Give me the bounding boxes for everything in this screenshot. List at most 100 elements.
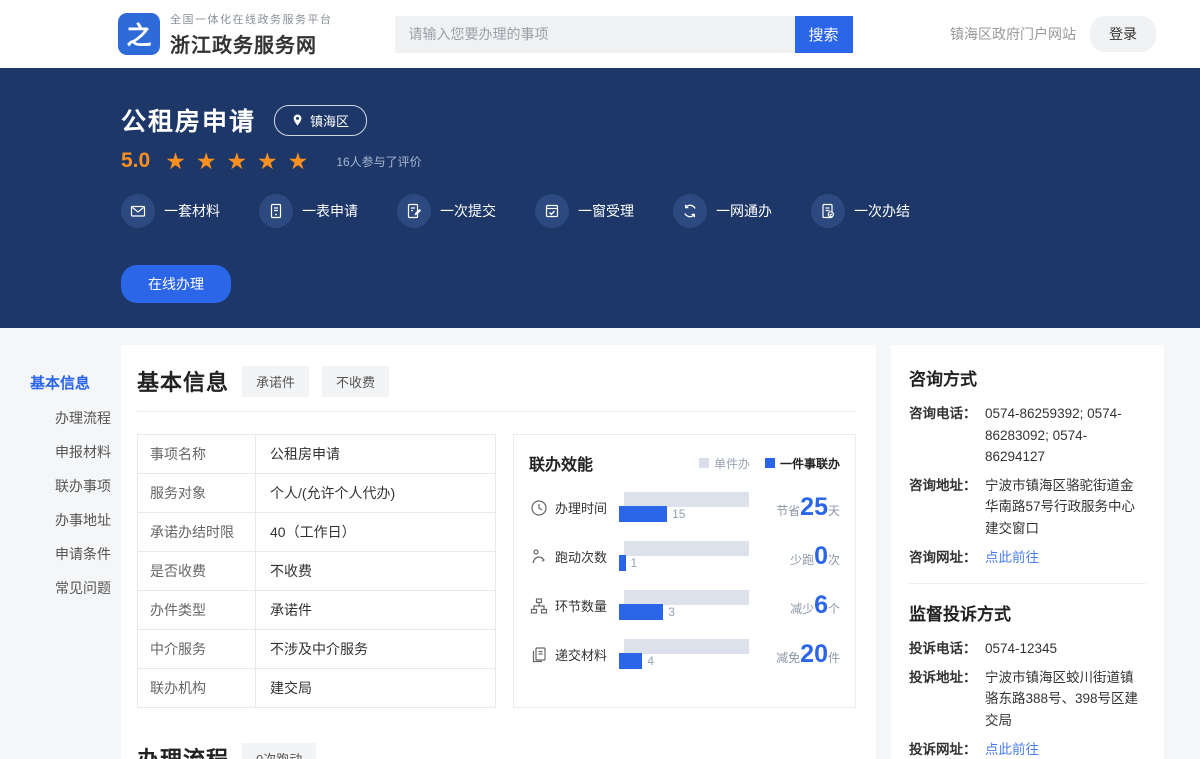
feature-item: 一窗受理 (535, 194, 634, 228)
network-sync-icon (673, 194, 707, 228)
rating-stars-icon: ★★★★★ (165, 150, 318, 173)
main-content-card: 基本信息 承诺件 不收费 事项名称 公租房申请 服务对象 个人/(允许个人代办)… (121, 345, 876, 759)
complaint-phone-row: 投诉电话： 0574-12345 (909, 638, 1146, 660)
nav-item-address[interactable]: 办事地址 (30, 511, 121, 529)
rating-row: 5.0 ★★★★★ 16人参与了评价 (121, 149, 1200, 173)
bar-joint (619, 555, 626, 571)
section-anchor-nav: 基本信息 办理流程 申报材料 联办事项 办事地址 申请条件 常见问题 (30, 345, 121, 613)
legend-swatch-gray (699, 458, 709, 468)
nav-item-joint-items[interactable]: 联办事项 (30, 477, 121, 495)
legend-single: 单件办 (699, 455, 750, 472)
rating-count: 16人参与了评价 (336, 153, 421, 170)
promise-type-badge: 承诺件 (242, 366, 309, 397)
feature-item: 一表申请 (259, 194, 358, 228)
bar-joint (619, 506, 667, 522)
bar-group: 4 (619, 638, 749, 671)
online-apply-button[interactable]: 在线办理 (121, 265, 231, 303)
clock-icon (529, 499, 549, 517)
district-badge: 镇海区 (274, 105, 367, 136)
table-row: 承诺办结时限 40（工作日） (138, 513, 495, 552)
legend-joint: 一件事联办 (765, 455, 840, 472)
no-fee-badge: 不收费 (322, 366, 389, 397)
site-logo: 之 全国一体化在线政务服务平台 浙江政务服务网 (118, 11, 333, 58)
complaint-title: 监督投诉方式 (909, 600, 1146, 625)
saving-steps: 减少 6 个 (790, 594, 840, 617)
bar-single (624, 541, 749, 556)
hero-banner: 公租房申请 镇海区 5.0 ★★★★★ 16人参与了评价 一套材料 (0, 68, 1200, 328)
nav-item-faq[interactable]: 常见问题 (30, 579, 121, 597)
bar-group: 1 (619, 540, 749, 573)
nav-item-materials[interactable]: 申报材料 (30, 443, 121, 461)
location-pin-icon (292, 113, 303, 127)
doc-done-icon (811, 194, 845, 228)
table-row: 中介服务 不涉及中介服务 (138, 630, 495, 669)
search-bar: 搜索 (395, 16, 853, 53)
district-label: 镇海区 (310, 111, 349, 130)
logo-mark-icon: 之 (118, 13, 160, 55)
joint-efficiency-panel: 联办效能 单件办 一件事联办 (513, 434, 856, 708)
divider (909, 583, 1146, 584)
complaint-site-link[interactable]: 点此前往 (985, 739, 1039, 759)
feature-item: 一次提交 (397, 194, 496, 228)
feature-item: 一次办结 (811, 194, 910, 228)
bar-single (624, 590, 749, 605)
efficiency-row-trips: 跑动次数 1 少跑 0 次 (529, 540, 840, 573)
table-row: 办件类型 承诺件 (138, 591, 495, 630)
feature-item: 一网通办 (673, 194, 772, 228)
basic-info-table: 事项名称 公租房申请 服务对象 个人/(允许个人代办) 承诺办结时限 40（工作… (137, 434, 496, 708)
complaint-address-row: 投诉地址： 宁波市镇海区蛟川街道镇骆东路388号、398号区建交局 (909, 667, 1146, 732)
table-row: 联办机构 建交局 (138, 669, 495, 707)
efficiency-row-time: 办理时间 15 节省 25 天 (529, 491, 840, 524)
saving-materials: 减免 20 件 (776, 643, 840, 666)
nav-item-process[interactable]: 办理流程 (30, 409, 121, 427)
platform-tagline: 全国一体化在线政务服务平台 (170, 11, 333, 27)
table-row: 是否收费 不收费 (138, 552, 495, 591)
run-icon (529, 548, 549, 566)
contact-aside: 咨询方式 咨询电话： 0574-86259392; 0574-86283092;… (891, 345, 1164, 759)
legend-swatch-blue (765, 458, 775, 468)
envelope-icon (121, 194, 155, 228)
consult-title: 咨询方式 (909, 365, 1146, 390)
consult-phone-row: 咨询电话： 0574-86259392; 0574-86283092; 0574… (909, 403, 1146, 468)
logo-text: 全国一体化在线政务服务平台 浙江政务服务网 (170, 11, 333, 58)
search-input[interactable] (395, 16, 795, 53)
flow-icon (529, 597, 549, 615)
saving-trips: 少跑 0 次 (790, 545, 840, 568)
bar-group: 15 (619, 491, 749, 524)
consult-website-row: 咨询网址： 点此前往 (909, 547, 1146, 569)
header-right: 镇海区政府门户网站 登录 (950, 16, 1156, 52)
table-row: 事项名称 公租房申请 (138, 435, 495, 474)
efficiency-title: 联办效能 (529, 451, 593, 475)
consult-site-link[interactable]: 点此前往 (985, 547, 1039, 569)
process-title: 办理流程 (137, 742, 229, 759)
window-check-icon (535, 194, 569, 228)
page-title: 公租房申请 (121, 102, 256, 138)
basic-info-header: 基本信息 承诺件 不收费 (137, 365, 856, 397)
form-icon (259, 194, 293, 228)
rating-score: 5.0 (121, 149, 150, 173)
submit-edit-icon (397, 194, 431, 228)
feature-item: 一套材料 (121, 194, 220, 228)
search-button[interactable]: 搜索 (795, 16, 853, 53)
portal-link[interactable]: 镇海区政府门户网站 (950, 24, 1076, 44)
consult-address-row: 咨询地址： 宁波市镇海区骆驼街道金华南路57号行政服务中心建交窗口 (909, 475, 1146, 540)
efficiency-row-materials: 递交材料 4 减免 20 件 (529, 638, 840, 671)
basic-info-title: 基本信息 (137, 365, 229, 397)
bar-joint (619, 653, 642, 669)
zero-trip-badge: 0次跑动 (242, 743, 316, 759)
nav-item-conditions[interactable]: 申请条件 (30, 545, 121, 563)
login-button[interactable]: 登录 (1090, 16, 1156, 52)
table-row: 服务对象 个人/(允许个人代办) (138, 474, 495, 513)
process-section: 办理流程 0次跑动 (137, 742, 856, 759)
page-body: 基本信息 办理流程 申报材料 联办事项 办事地址 申请条件 常见问题 基本信息 … (0, 328, 1200, 759)
files-icon (529, 646, 549, 664)
saving-time: 节省 25 天 (776, 496, 840, 519)
bar-single (624, 492, 749, 507)
nav-item-basic-info[interactable]: 基本信息 (30, 375, 121, 393)
bar-single (624, 639, 749, 654)
complaint-website-row: 投诉网址： 点此前往 (909, 739, 1146, 759)
top-header: 之 全国一体化在线政务服务平台 浙江政务服务网 搜索 镇海区政府门户网站 登录 (0, 0, 1200, 68)
efficiency-row-steps: 环节数量 3 减少 6 个 (529, 589, 840, 622)
bar-group: 3 (619, 589, 749, 622)
bar-joint (619, 604, 663, 620)
